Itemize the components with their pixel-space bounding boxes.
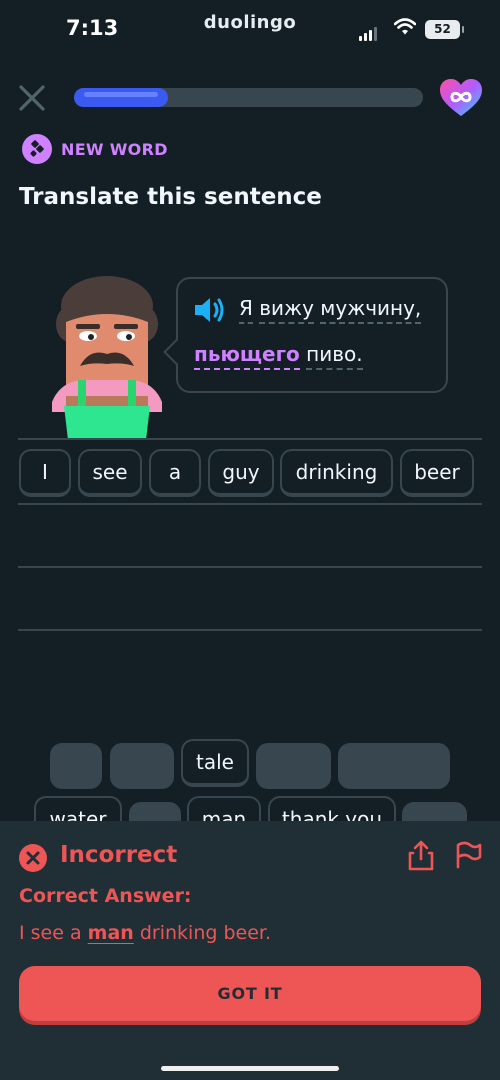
word-bank-tile[interactable]: tale — [181, 739, 249, 787]
wifi-icon — [394, 18, 416, 35]
prompt-word-new[interactable]: пьющего — [194, 342, 300, 370]
answer-line — [18, 629, 482, 631]
word-bank-slot-used — [110, 743, 174, 789]
answer-line — [18, 566, 482, 568]
heart-infinity-icon[interactable] — [438, 78, 484, 118]
close-icon[interactable] — [16, 82, 48, 114]
prompt-line-2: пьющего пиво. — [194, 342, 363, 370]
feedback-status: Incorrect — [60, 842, 178, 868]
home-indicator[interactable] — [161, 1066, 339, 1071]
answer-tile[interactable]: beer — [400, 449, 474, 497]
answer-tile[interactable]: a — [149, 449, 201, 497]
correct-answer-label: Correct Answer: — [19, 885, 192, 907]
signal-icon — [359, 22, 379, 41]
lesson-progress-shine — [84, 92, 158, 97]
prompt-word[interactable]: пиво. — [306, 342, 363, 370]
flag-icon[interactable] — [453, 840, 483, 870]
prompt-word[interactable]: Я — [239, 296, 253, 324]
correct-answer-text: I see a man drinking beer. — [19, 922, 271, 944]
correct-answer-highlight: man — [87, 922, 134, 944]
answer-tile[interactable]: drinking — [280, 449, 393, 497]
character-illustration — [52, 276, 162, 440]
answer-tile[interactable]: I — [19, 449, 71, 497]
instruction-title: Translate this sentence — [19, 184, 322, 210]
answer-tile[interactable]: guy — [208, 449, 274, 497]
lesson-progress-fill — [74, 88, 168, 107]
speaker-icon[interactable] — [192, 295, 226, 325]
correct-answer-part: I see a — [19, 922, 88, 944]
prompt-word[interactable]: вижу — [259, 296, 314, 324]
answer-tile[interactable]: see — [78, 449, 142, 497]
prompt-word[interactable]: мужчину, — [320, 296, 422, 324]
answer-line — [18, 438, 482, 440]
new-word-icon — [22, 134, 52, 164]
word-bank-slot-used — [50, 743, 102, 789]
new-word-badge: NEW WORD — [61, 140, 168, 159]
word-bank-slot-used — [256, 743, 331, 789]
answer-line — [18, 503, 482, 505]
word-bank-slot-used — [338, 743, 450, 789]
prompt-line-1: Я вижу мужчину, — [239, 296, 422, 324]
got-it-button[interactable]: GOT IT — [19, 966, 481, 1021]
battery-icon: 52 — [425, 20, 464, 39]
correct-answer-part: drinking beer. — [133, 922, 272, 944]
share-icon[interactable] — [406, 840, 436, 872]
incorrect-x-icon — [19, 844, 47, 872]
